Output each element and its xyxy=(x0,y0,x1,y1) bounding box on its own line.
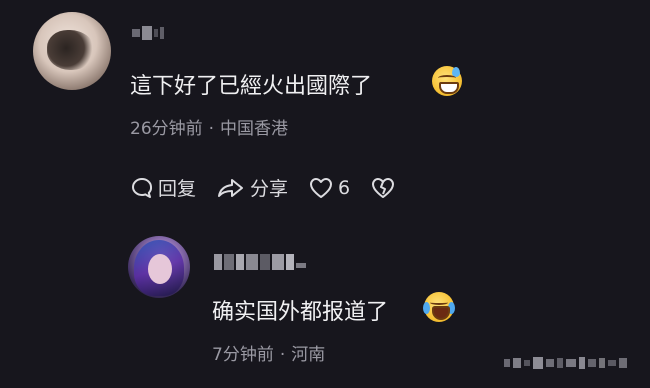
share-button[interactable]: 分享 xyxy=(216,174,288,201)
share-label: 分享 xyxy=(250,178,289,200)
reply-time: 7分钟前 xyxy=(212,345,274,365)
reply-meta: 7分钟前 · 河南 xyxy=(212,340,325,365)
avatar-image xyxy=(47,30,95,70)
comment-actions: 回复 分享 6 xyxy=(130,174,416,201)
username-blurred[interactable] xyxy=(214,254,306,270)
meta-separator: · xyxy=(208,119,215,139)
loudly-crying-laughing-emoji xyxy=(423,292,455,322)
like-button[interactable]: 6 xyxy=(308,176,350,200)
heart-icon xyxy=(310,177,333,198)
dislike-button[interactable] xyxy=(370,176,396,200)
share-arrow-icon xyxy=(218,178,244,197)
reply-location: 河南 xyxy=(291,345,326,365)
meta-separator: · xyxy=(279,345,286,365)
comment-location: 中国香港 xyxy=(220,119,289,139)
reply-text: 确实国外都报道了 xyxy=(212,300,389,325)
comment-time: 26分钟前 xyxy=(130,119,203,139)
watermark-blurred xyxy=(504,357,627,369)
username-blurred[interactable] xyxy=(132,26,164,40)
reply-label: 回复 xyxy=(158,178,197,200)
grinning-face-with-sweat-emoji xyxy=(432,66,462,96)
like-count: 6 xyxy=(338,176,351,199)
broken-heart-icon xyxy=(372,177,395,198)
avatar[interactable] xyxy=(128,236,190,298)
comment-text: 這下好了已經火出國際了 xyxy=(130,74,373,99)
avatar[interactable] xyxy=(33,12,111,90)
reply-button[interactable]: 回复 xyxy=(130,174,196,201)
comment-meta: 26分钟前 · 中国香港 xyxy=(130,114,288,139)
speech-bubble-icon xyxy=(132,177,153,198)
